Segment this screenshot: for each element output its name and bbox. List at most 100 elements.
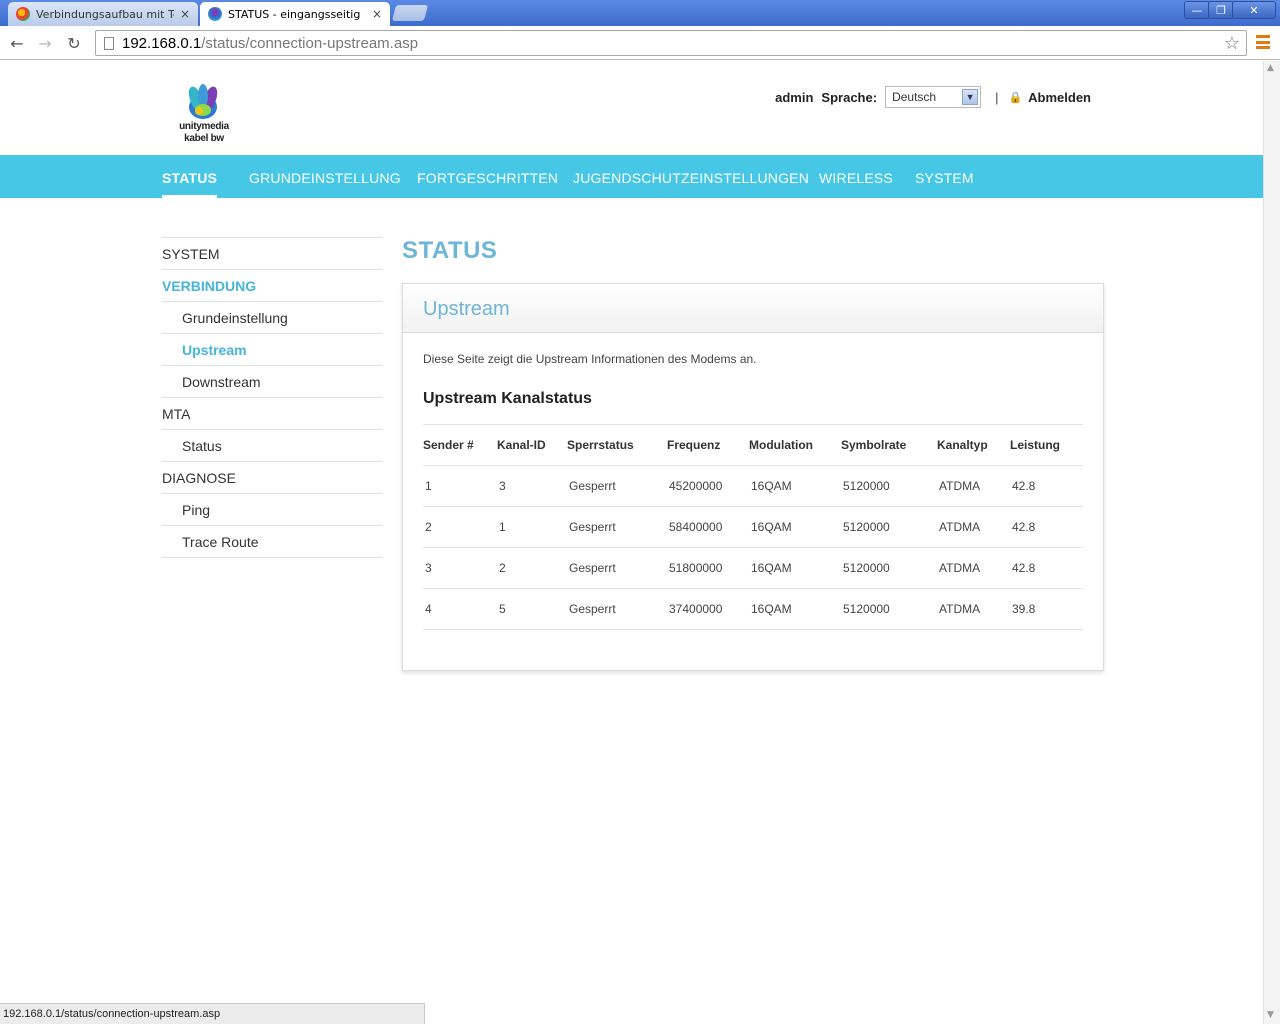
nav-fortgeschritten[interactable]: FORTGESCHRITTEN (417, 155, 558, 198)
unitymedia-logo[interactable]: unitymedia kabel bw (172, 83, 236, 147)
logo-flower-icon (188, 84, 218, 119)
table-cell: 51800000 (667, 547, 749, 589)
restore-icon[interactable]: ❐ (1208, 1, 1234, 19)
bookmark-star-icon[interactable]: ☆ (1224, 33, 1240, 54)
sidebar-item-ping[interactable]: Ping (162, 494, 382, 526)
chevron-down-icon[interactable]: ▼ (962, 89, 979, 105)
nav-wireless[interactable]: WIRELESS (819, 155, 893, 198)
table-cell: 3 (497, 465, 567, 507)
table-cell: 5120000 (841, 547, 937, 589)
sidebar-item-trace-route[interactable]: Trace Route (162, 526, 382, 558)
browser-status-bar: 192.168.0.1/status/connection-upstream.a… (0, 1003, 425, 1024)
table-row: 3 2 Gesperrt 51800000 16QAM 5120000 ATDM… (423, 547, 1083, 589)
browser-tab-1[interactable]: Verbindungsaufbau mit Tech × (8, 2, 198, 26)
panel-subtitle: Upstream Kanalstatus (423, 390, 592, 407)
language-value: Deutsch (892, 90, 937, 104)
sidebar-item-grundeinstellung[interactable]: Grundeinstellung (162, 302, 382, 334)
table-cell: 16QAM (749, 506, 841, 548)
table-cell: 2 (497, 547, 567, 589)
table-cell: ATDMA (937, 506, 1010, 548)
table-cell: 4 (423, 588, 497, 630)
table-cell: 16QAM (749, 465, 841, 507)
table-cell: Gesperrt (567, 547, 667, 589)
page-icon (104, 36, 114, 50)
logo-line-2: kabel bw (184, 133, 224, 144)
column-header: Symbolrate (841, 424, 937, 466)
username-label: admin (775, 89, 814, 105)
table-cell: 16QAM (749, 547, 841, 589)
lock-icon: 🔒 (1008, 91, 1023, 104)
new-tab-button[interactable] (391, 5, 429, 21)
nav-status[interactable]: STATUS (162, 155, 218, 198)
scroll-down-icon[interactable]: ▼ (1267, 1010, 1274, 1020)
address-bar[interactable]: 192.168.0.1 /status/connection-upstream.… (95, 30, 1247, 56)
table-cell: 1 (423, 465, 497, 507)
table-cell: Gesperrt (567, 465, 667, 507)
scroll-up-icon[interactable]: ▲ (1267, 63, 1274, 73)
sidebar-item-upstream[interactable]: Upstream (162, 334, 382, 366)
table-cell: 58400000 (667, 506, 749, 548)
panel-description: Diese Seite zeigt die Upstream Informati… (423, 352, 757, 366)
minimize-icon[interactable]: — (1184, 1, 1210, 19)
table-cell: 1 (497, 506, 567, 548)
unitymedia-favicon-icon (208, 7, 222, 21)
language-select[interactable]: Deutsch ▼ (885, 86, 982, 108)
column-header: Leistung (1010, 424, 1083, 466)
table-row: 1 3 Gesperrt 45200000 16QAM 5120000 ATDM… (423, 465, 1083, 507)
main-nav: STATUS GRUNDEINSTELLUNG FORTGESCHRITTEN … (0, 155, 1263, 198)
nav-system[interactable]: SYSTEM (915, 155, 974, 198)
reload-icon[interactable]: ↻ (64, 33, 84, 53)
logo-line-1: unitymedia (179, 121, 229, 132)
table-cell: 45200000 (667, 465, 749, 507)
close-window-icon[interactable]: ✕ (1232, 1, 1276, 19)
tab-label: STATUS - eingangsseitig (228, 7, 361, 21)
sidebar: SYSTEM VERBINDUNG Grundeinstellung Upstr… (162, 237, 382, 558)
sidebar-item-downstream[interactable]: Downstream (162, 366, 382, 398)
table-cell: 37400000 (667, 588, 749, 630)
nav-grundeinstellung[interactable]: GRUNDEINSTELLUNG (249, 155, 401, 198)
sidebar-item-mta-status[interactable]: Status (162, 430, 382, 462)
upstream-panel: Upstream Diese Seite zeigt die Upstream … (402, 283, 1104, 671)
channel-table: Sender # Kanal-ID Sperrstatus Frequenz M… (423, 424, 1083, 630)
url-host: 192.168.0.1 (122, 34, 202, 52)
table-cell: 5 (497, 588, 567, 630)
nav-jugendschutzeinstellungen[interactable]: JUGENDSCHUTZEINSTELLUNGEN (573, 155, 809, 198)
column-header: Kanal-ID (497, 424, 567, 466)
forward-arrow-icon[interactable]: → (35, 33, 55, 53)
table-cell: ATDMA (937, 588, 1010, 630)
table-cell: 5120000 (841, 506, 937, 548)
tab-label: Verbindungsaufbau mit Tech (36, 7, 174, 21)
tab-close-icon[interactable]: × (180, 7, 190, 21)
table-cell: ATDMA (937, 465, 1010, 507)
vertical-scrollbar[interactable]: ▲ ▼ (1263, 61, 1280, 1024)
browser-menu-icon[interactable] (1256, 35, 1270, 49)
logo-text: unitymedia kabel bw (172, 121, 236, 145)
table-cell: Gesperrt (567, 506, 667, 548)
table-cell: 39.8 (1010, 588, 1083, 630)
table-cell: 3 (423, 547, 497, 589)
table-cell: Gesperrt (567, 588, 667, 630)
back-arrow-icon[interactable]: ← (7, 33, 27, 53)
browser-toolbar: ← → ↻ 192.168.0.1 /status/connection-ups… (0, 26, 1280, 60)
tab-close-icon[interactable]: × (372, 7, 382, 21)
url-path: /status/connection-upstream.asp (201, 34, 419, 52)
column-header: Sender # (423, 424, 497, 466)
table-row: 4 5 Gesperrt 37400000 16QAM 5120000 ATDM… (423, 588, 1083, 630)
sidebar-item-mta[interactable]: MTA (162, 398, 382, 430)
column-header: Frequenz (667, 424, 749, 466)
logout-link[interactable]: Abmelden (1028, 90, 1091, 105)
panel-title: Upstream (403, 284, 1103, 333)
table-cell: 16QAM (749, 588, 841, 630)
table-cell: 42.8 (1010, 547, 1083, 589)
browser-titlebar: Verbindungsaufbau mit Tech × STATUS - ei… (0, 0, 1280, 26)
sidebar-item-diagnose[interactable]: DIAGNOSE (162, 462, 382, 494)
sidebar-item-system[interactable]: SYSTEM (162, 238, 382, 270)
table-row: 2 1 Gesperrt 58400000 16QAM 5120000 ATDM… (423, 506, 1083, 548)
browser-tab-2[interactable]: STATUS - eingangsseitig × (200, 2, 390, 26)
column-header: Modulation (749, 424, 841, 466)
page-viewport: unitymedia kabel bw admin Sprache: Deuts… (0, 61, 1263, 1024)
header-user-area: admin Sprache: Deutsch ▼ | 🔒 Abmelden (775, 86, 1091, 108)
table-cell: 2 (423, 506, 497, 548)
sidebar-item-verbindung[interactable]: VERBINDUNG (162, 270, 382, 302)
column-header: Sperrstatus (567, 424, 667, 466)
